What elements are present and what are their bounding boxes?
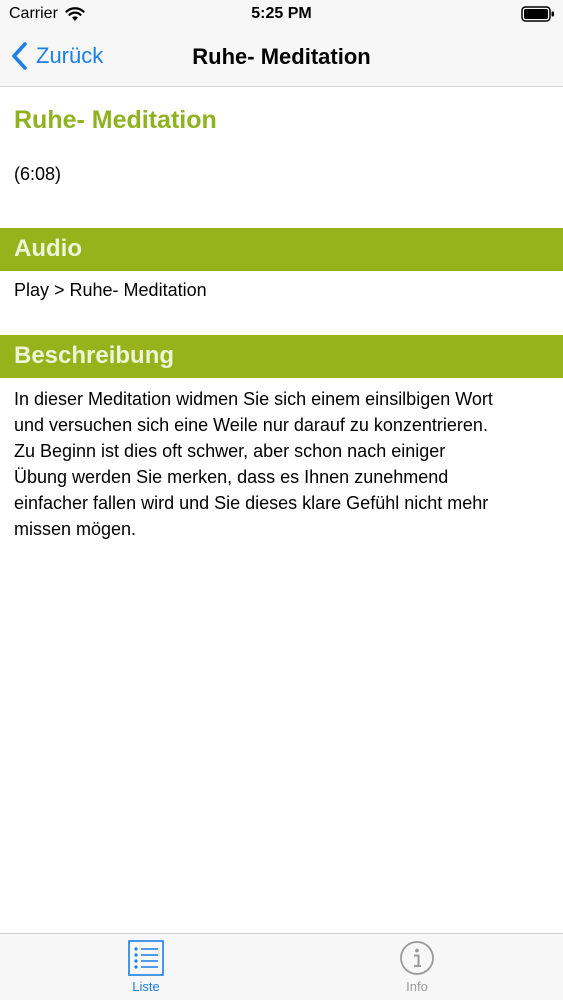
tab-liste-label: Liste [132,979,160,994]
description-line: Zu Beginn ist dies oft schwer, aber scho… [14,441,446,461]
page-title: Ruhe- Meditation [14,106,217,134]
tab-info-label: Info [406,979,428,994]
audio-play-item[interactable]: Play > Ruhe- Meditation [0,271,563,326]
nav-title: Ruhe- Meditation [192,44,371,69]
description-line: missen mögen. [14,519,137,539]
info-icon [400,941,434,975]
description-line: Übung werden Sie merken, dass es Ihnen z… [14,467,449,487]
navigation-bar: Zurück Ruhe- Meditation [0,30,563,87]
tab-bar: Liste Info [0,933,563,1000]
description-line: und versuchen sich eine Weile nur darauf… [14,415,488,435]
section-header-description: Beschreibung [0,335,563,378]
status-bar: Carrier 5:25 PM [0,0,563,30]
detail-content: Ruhe- Meditation (6:08) Audio Play > Ruh… [0,87,563,542]
screen: Carrier 5:25 PM Zurück Ruhe- Meditation … [0,0,563,1000]
description-text: In dieser Meditation widmen Sie sich ein… [0,378,563,542]
description-line: einfacher fallen wird und Sie dieses kla… [14,493,489,513]
tab-info[interactable]: Info [357,934,477,1000]
description-line: In dieser Meditation widmen Sie sich ein… [14,389,493,409]
status-time: 5:25 PM [251,5,312,22]
section-header-audio: Audio [0,228,563,271]
duration-label: (6:08) [14,164,62,184]
list-icon [128,940,164,976]
battery-icon [521,6,554,22]
tab-liste[interactable]: Liste [86,934,206,1000]
